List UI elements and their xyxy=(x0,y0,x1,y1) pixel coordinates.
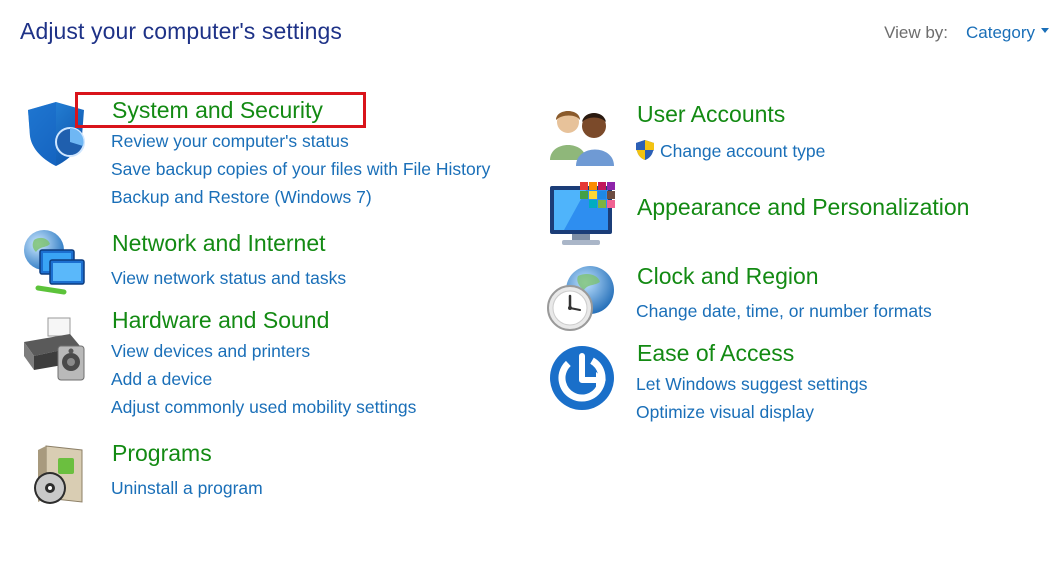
link-change-account-type-label: Change account type xyxy=(660,141,826,161)
category-title-hardware-sound[interactable]: Hardware and Sound xyxy=(112,307,329,334)
category-title-network-internet[interactable]: Network and Internet xyxy=(112,230,326,257)
link-review-status[interactable]: Review your computer's status xyxy=(111,131,349,152)
printer-speaker-icon[interactable] xyxy=(20,312,92,384)
link-file-history[interactable]: Save backup copies of your files with Fi… xyxy=(111,159,490,180)
view-by-dropdown[interactable]: Category xyxy=(966,23,1049,43)
clock-globe-icon[interactable] xyxy=(544,262,616,334)
link-windows-suggest-settings[interactable]: Let Windows suggest settings xyxy=(636,374,868,395)
control-panel-window: Adjust your computer's settings View by:… xyxy=(0,0,1061,564)
programs-disc-icon[interactable] xyxy=(20,440,92,512)
link-network-status[interactable]: View network status and tasks xyxy=(111,268,346,289)
view-by-label: View by: xyxy=(884,23,949,42)
link-mobility-settings[interactable]: Adjust commonly used mobility settings xyxy=(111,397,416,418)
highlight-rectangle xyxy=(75,92,366,128)
link-uninstall-program[interactable]: Uninstall a program xyxy=(111,478,263,499)
link-add-device[interactable]: Add a device xyxy=(111,369,212,390)
category-title-programs[interactable]: Programs xyxy=(112,440,212,467)
network-globe-icon[interactable] xyxy=(20,226,92,298)
category-title-ease-of-access[interactable]: Ease of Access xyxy=(637,340,794,367)
users-icon[interactable] xyxy=(546,100,618,172)
view-by-value: Category xyxy=(966,23,1035,42)
category-title-clock-region[interactable]: Clock and Region xyxy=(637,263,819,290)
monitor-palette-icon[interactable] xyxy=(546,178,618,250)
view-by-control: View by: Category xyxy=(884,23,1049,43)
page-title: Adjust your computer's settings xyxy=(20,18,342,44)
link-optimize-visual-display[interactable]: Optimize visual display xyxy=(636,402,814,423)
link-change-account-type[interactable]: Change account type xyxy=(634,139,825,162)
link-devices-printers[interactable]: View devices and printers xyxy=(111,341,310,362)
link-date-time-formats[interactable]: Change date, time, or number formats xyxy=(636,301,932,322)
ease-of-access-icon[interactable] xyxy=(546,342,618,414)
category-title-user-accounts[interactable]: User Accounts xyxy=(637,101,785,128)
link-backup-restore[interactable]: Backup and Restore (Windows 7) xyxy=(111,187,372,208)
uac-shield-icon xyxy=(636,140,654,160)
chevron-down-icon xyxy=(1041,27,1049,33)
category-title-appearance[interactable]: Appearance and Personalization xyxy=(637,194,969,221)
